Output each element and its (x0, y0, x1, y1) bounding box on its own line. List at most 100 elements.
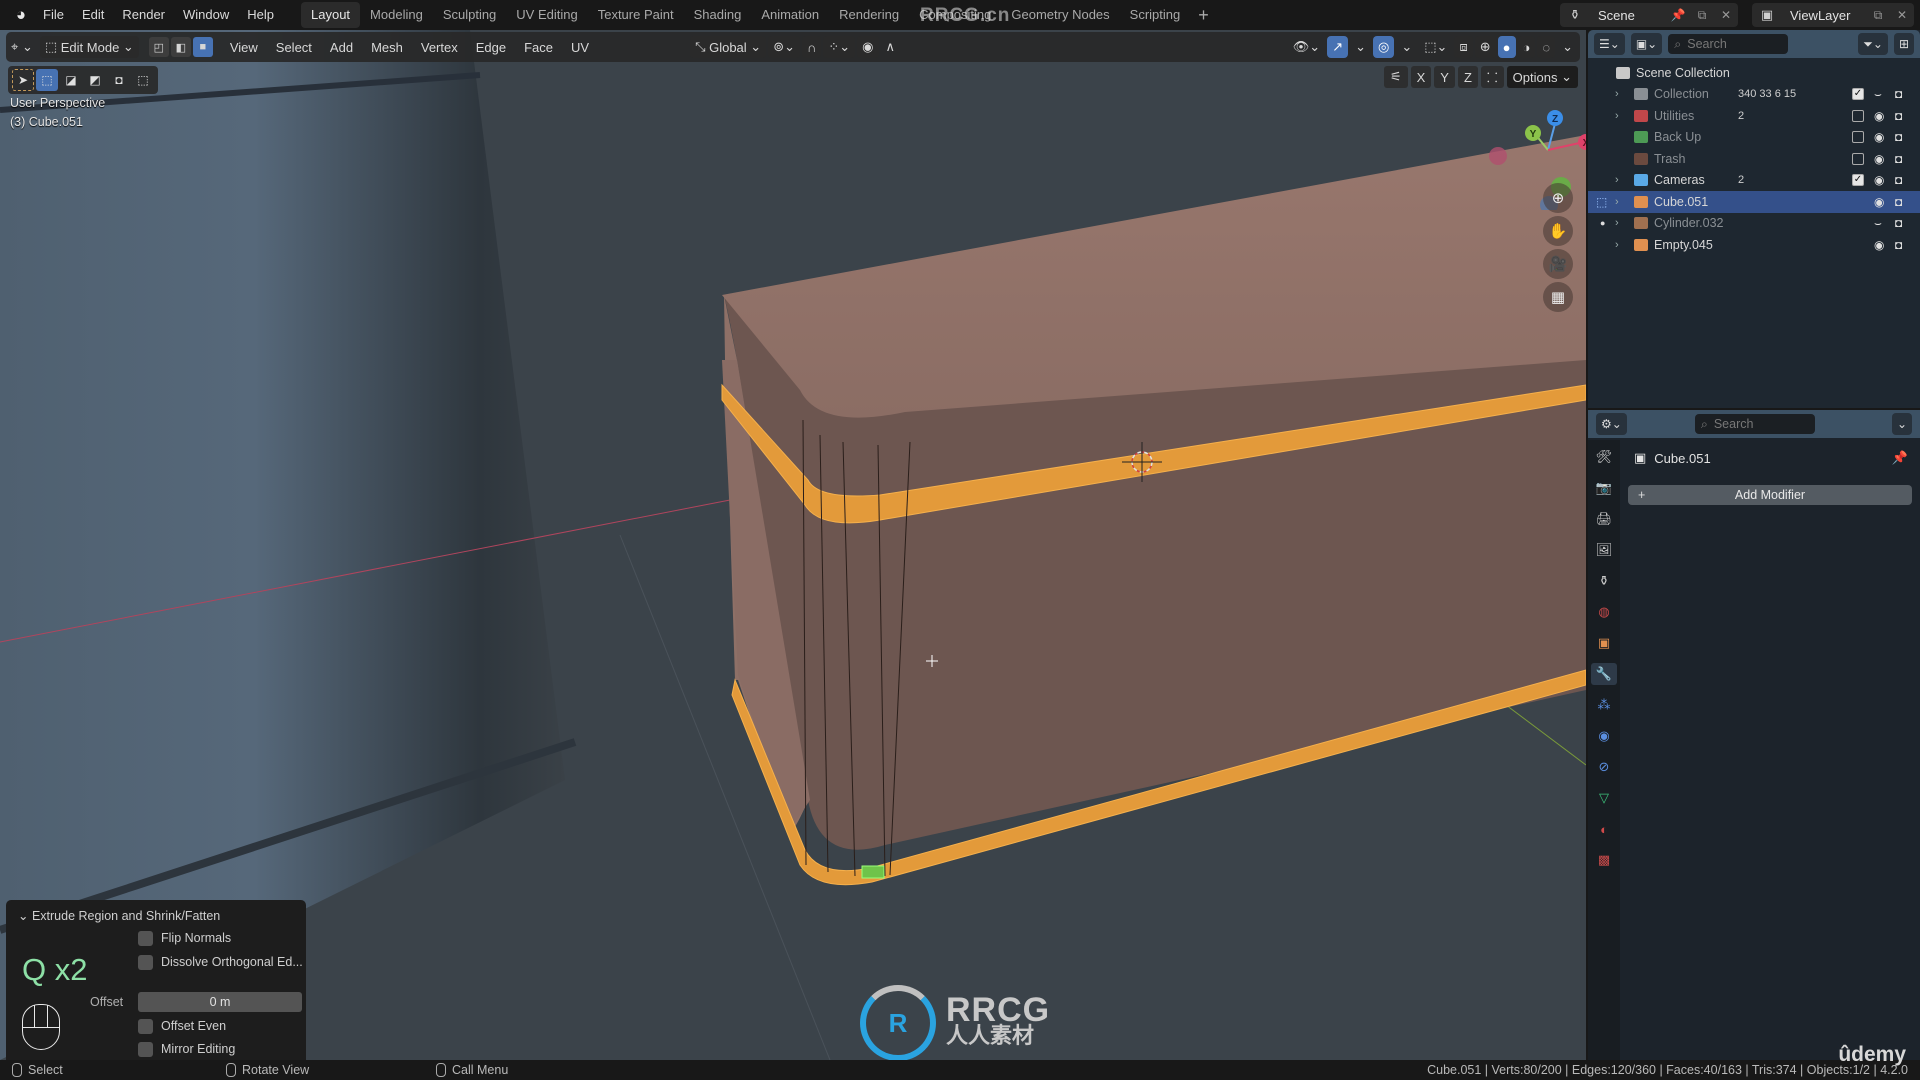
visibility-dropdown[interactable]: 👁 ⌄ (1288, 36, 1325, 58)
particles-tab-icon[interactable]: ⁂ (1591, 694, 1617, 716)
exclude-checkbox[interactable]: ✓ (1852, 174, 1864, 187)
filter-dropdown[interactable]: ⏷ ⌄ (1858, 33, 1888, 55)
tab-shading[interactable]: Shading (684, 2, 752, 28)
ortho-grid-icon[interactable]: ▦ (1543, 282, 1573, 312)
overlays-toggle[interactable]: ◎ (1373, 36, 1395, 58)
render-camera-icon[interactable]: ◘ (1895, 152, 1902, 166)
select-extend-icon[interactable]: ◪ (60, 69, 82, 91)
select-tool-icon[interactable]: ➤ (12, 69, 34, 91)
editor-type-button[interactable]: ⌖ ⌄ (6, 36, 38, 58)
proportional-editing-toggle[interactable]: ◉ (857, 36, 879, 58)
new-collection-button[interactable]: ⊞ (1893, 33, 1914, 55)
edge-select-icon[interactable]: ◧ (170, 37, 191, 57)
render-camera-icon[interactable]: ◘ (1895, 130, 1902, 144)
auto-merge-icon[interactable]: ⸬ (1480, 66, 1504, 88)
eye-icon[interactable]: ◉ (1874, 130, 1884, 144)
transform-orientation-dropdown[interactable]: ⤡ Global ⌄ (690, 36, 767, 58)
properties-search-input[interactable]: ⌕ Search (1694, 414, 1815, 434)
outliner-row[interactable]: ⬚ › Cube.051 ◉ ◘ (1588, 191, 1920, 213)
pin-icon[interactable]: 📌 (1892, 450, 1908, 466)
object-tab-icon[interactable]: ▣ (1591, 632, 1617, 654)
gizmo-dropdown[interactable]: ⌄ (1350, 36, 1371, 58)
properties-options-dropdown[interactable]: ⌄ (1891, 413, 1912, 435)
tab-texture-paint[interactable]: Texture Paint (588, 2, 684, 28)
exclude-checkbox[interactable] (1852, 131, 1864, 144)
render-tab-icon[interactable]: 📷 (1591, 477, 1617, 499)
menu-edit[interactable]: Edit (73, 0, 113, 30)
close-icon[interactable]: ✕ (1714, 8, 1738, 22)
render-camera-icon[interactable]: ◘ (1895, 216, 1902, 230)
menu-vertex[interactable]: Vertex (412, 40, 467, 55)
scene-collection-row[interactable]: Scene Collection (1588, 62, 1920, 84)
outliner-row[interactable]: › Collection 340 33 6 15 ✓ ⌣ ◘ (1588, 84, 1920, 106)
mode-selector[interactable]: ⬚ Edit Mode ⌄ (39, 36, 139, 58)
view-layer-name[interactable]: ViewLayer (1782, 8, 1866, 23)
tab-layout[interactable]: Layout (301, 2, 361, 28)
scene-name[interactable]: Scene (1590, 8, 1666, 23)
mirror-y-toggle[interactable]: Y (1434, 66, 1455, 88)
constraints-tab-icon[interactable]: ⊘ (1591, 756, 1617, 778)
checkbox[interactable] (138, 1018, 153, 1034)
zoom-view-icon[interactable]: ⊕ (1543, 183, 1573, 213)
tab-sculpting[interactable]: Sculpting (433, 2, 506, 28)
vertex-select-icon[interactable]: ◰ (148, 37, 169, 57)
exclude-checkbox[interactable] (1852, 152, 1864, 165)
menu-uv[interactable]: UV (562, 40, 598, 55)
menu-mesh[interactable]: Mesh (362, 40, 412, 55)
exclude-checkbox[interactable] (1852, 109, 1864, 122)
duplicate-layer-icon[interactable]: ⧉ (1866, 8, 1890, 23)
outliner-row[interactable]: Trash ◉ ◘ (1588, 148, 1920, 170)
dissolve-orthogonal-checkbox[interactable]: Dissolve Orthogonal Ed... (138, 952, 303, 972)
tab-modeling[interactable]: Modeling (360, 2, 433, 28)
render-camera-icon[interactable]: ◘ (1895, 238, 1902, 252)
outliner-row[interactable]: ● › Cylinder.032 ⌣ ◘ (1588, 213, 1920, 235)
tab-uv-editing[interactable]: UV Editing (506, 2, 587, 28)
menu-edge[interactable]: Edge (467, 40, 515, 55)
select-difference-icon[interactable]: ◘ (108, 69, 130, 91)
view-layer-selector[interactable]: ▣ ViewLayer ⧉ ✕ (1752, 3, 1914, 27)
tab-animation[interactable]: Animation (751, 2, 829, 28)
eye-icon[interactable]: ◉ (1874, 109, 1884, 123)
expand-arrow-icon[interactable]: › (1615, 196, 1619, 208)
editor-type-button[interactable]: ☰ ⌄ (1594, 33, 1625, 55)
render-camera-icon[interactable]: ◘ (1895, 173, 1902, 187)
scene-selector[interactable]: ⚱ Scene 📌 ⧉ ✕ (1560, 3, 1738, 27)
negative-x-handle[interactable] (1489, 147, 1507, 165)
mirror-x-toggle[interactable]: X (1410, 66, 1432, 88)
mesh-edit-overlays[interactable]: ⬚ ⌄ (1419, 36, 1452, 58)
outliner-row[interactable]: › Cameras 2 ✓ ◉ ◘ (1588, 170, 1920, 192)
expand-arrow-icon[interactable]: › (1615, 110, 1619, 122)
eye-icon[interactable]: ◉ (1874, 152, 1884, 166)
falloff-dropdown[interactable]: ∧ (881, 36, 901, 58)
offset-even-checkbox[interactable]: Offset Even (138, 1016, 226, 1036)
modifier-tab-wrench-icon[interactable]: 🔧 (1591, 663, 1617, 685)
menu-help[interactable]: Help (238, 0, 283, 30)
eye-icon[interactable]: ◉ (1874, 173, 1884, 187)
menu-add[interactable]: Add (321, 40, 362, 55)
scene-tab-icon[interactable]: ⚱ (1591, 570, 1617, 592)
pivot-point-dropdown[interactable]: ⊚ ⌄ (768, 36, 800, 58)
view-layer-tab-icon[interactable]: 🖼 (1591, 539, 1617, 561)
expand-arrow-icon[interactable]: › (1615, 174, 1619, 186)
tab-scripting[interactable]: Scripting (1120, 2, 1191, 28)
menu-render[interactable]: Render (113, 0, 174, 30)
output-tab-icon[interactable]: 🖨 (1591, 508, 1617, 530)
snap-target-dropdown[interactable]: ⁘ ⌄ (823, 36, 856, 58)
select-subtract-icon[interactable]: ◩ (84, 69, 106, 91)
eye-icon[interactable]: ◉ (1874, 238, 1884, 252)
physics-tab-icon[interactable]: ◉ (1591, 725, 1617, 747)
menu-file[interactable]: File (34, 0, 73, 30)
texture-tab-icon[interactable]: ▩ (1591, 849, 1617, 871)
add-workspace-button[interactable]: + (1190, 5, 1217, 26)
expand-arrow-icon[interactable]: › (1615, 88, 1619, 100)
rendered-shading[interactable]: ◌ (1537, 36, 1556, 58)
menu-face[interactable]: Face (515, 40, 562, 55)
checkbox[interactable] (138, 930, 153, 946)
options-dropdown[interactable]: Options ⌄ (1506, 66, 1578, 88)
menu-view[interactable]: View (221, 40, 267, 55)
material-tab-icon[interactable]: ◐ (1591, 818, 1617, 840)
render-camera-icon[interactable]: ◘ (1895, 87, 1902, 101)
checkbox[interactable] (138, 954, 153, 970)
3d-viewport[interactable]: ⌖ ⌄ ⬚ Edit Mode ⌄ ◰ ◧ ■ View Select Add … (0, 30, 1586, 1060)
outliner-row[interactable]: › Empty.045 ◉ ◘ (1588, 234, 1920, 256)
